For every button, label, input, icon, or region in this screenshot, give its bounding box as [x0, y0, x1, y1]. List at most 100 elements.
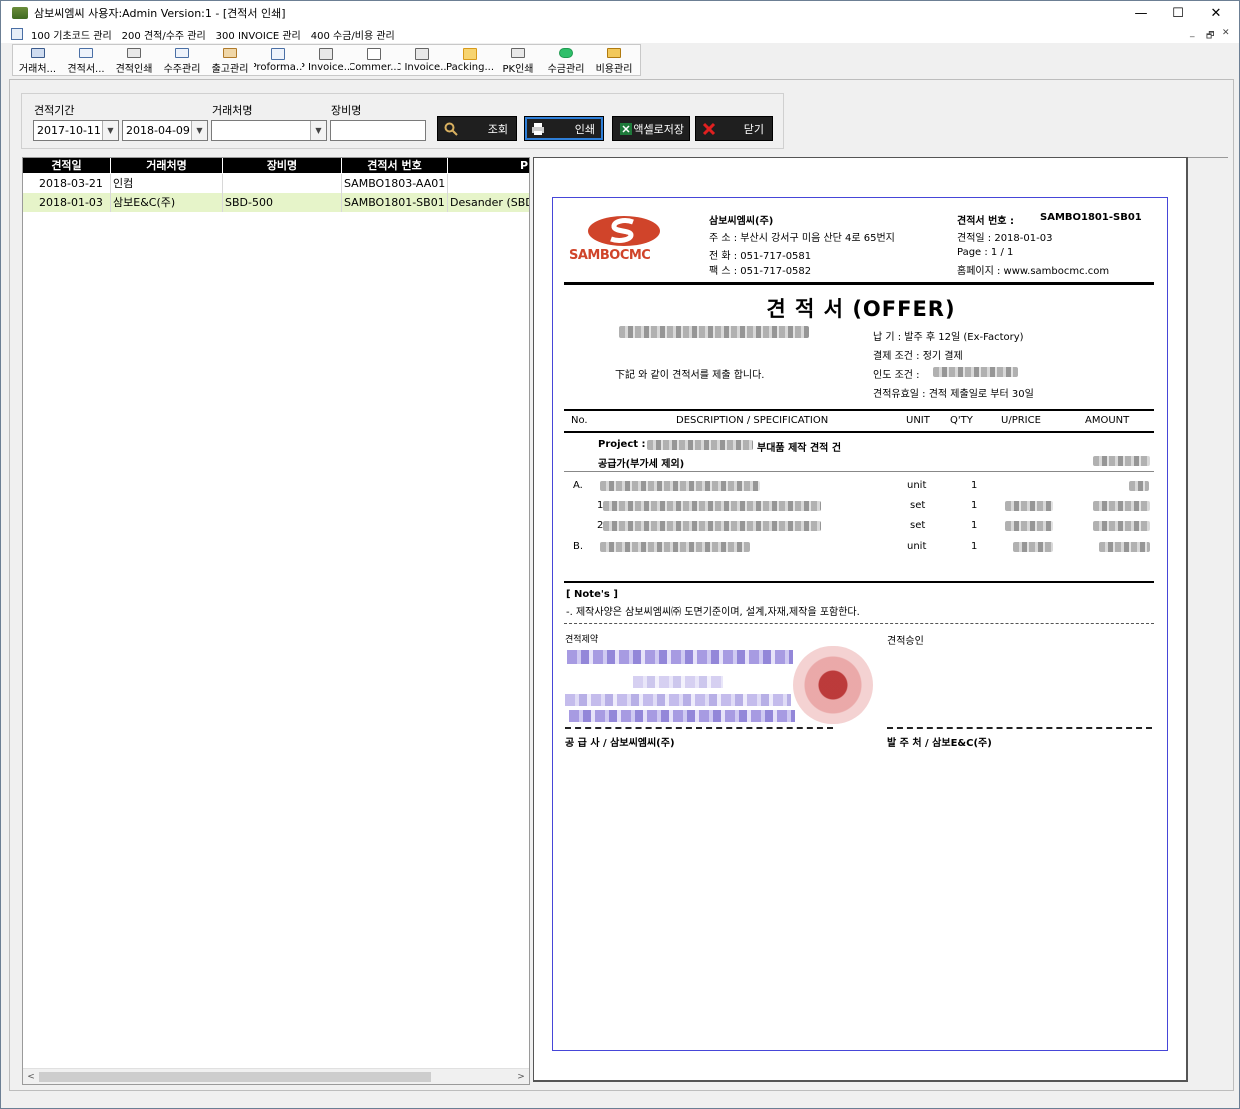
- chevron-down-icon[interactable]: ▼: [191, 121, 207, 140]
- horizontal-scrollbar[interactable]: < >: [23, 1068, 529, 1084]
- client-label: 거래처명: [212, 104, 253, 117]
- toolbar-quote-print-button[interactable]: 견적인쇄: [110, 45, 158, 75]
- redacted-item-amount: [1093, 501, 1150, 511]
- payment-term: 결제 조건 : 정기 결제: [873, 351, 963, 362]
- col-unit: UNIT: [906, 415, 930, 426]
- print-button-label: 인쇄: [574, 122, 595, 136]
- client-select[interactable]: ▼: [211, 120, 327, 141]
- printer-icon: [319, 48, 333, 60]
- toolbar: 거래처... 견적서... 견적인쇄 수주관리 출고관리 Proforma...…: [12, 44, 641, 76]
- chevron-down-icon[interactable]: ▼: [102, 121, 118, 140]
- column-header-equipment[interactable]: 장비명: [223, 158, 342, 173]
- window-title: 삼보씨엠씨 사용자:Admin Version:1 - [견적서 인쇄]: [34, 7, 286, 20]
- mdi-child-window: 견적기간 2017-10-11 ▼ 2018-04-09 ▼ 거래처명 ▼ 장비…: [9, 79, 1234, 1091]
- toolbar-packing-button[interactable]: Packing...: [446, 45, 494, 75]
- scroll-right-arrow[interactable]: >: [513, 1069, 529, 1084]
- toolbar-label: PK인쇄: [502, 64, 534, 75]
- menu-invoice[interactable]: 300 INVOICE 관리: [216, 27, 301, 42]
- supply-label: 공급가(부가세 제외): [598, 459, 685, 470]
- item-unit: set: [910, 500, 926, 511]
- printer-icon: [127, 48, 141, 58]
- redacted-item-desc: [600, 542, 750, 552]
- cell-quote-no: SAMBO1803-AA01: [342, 174, 448, 193]
- item-no: A.: [573, 480, 583, 491]
- column-header-project[interactable]: P: [448, 158, 529, 173]
- toolbar-collection-button[interactable]: 수금관리: [542, 45, 590, 75]
- redacted-item-uprice: [1005, 521, 1053, 531]
- close-icon: [702, 122, 716, 135]
- toolbar-p-invoice-button[interactable]: P Invoice...: [302, 45, 350, 75]
- scroll-left-arrow[interactable]: <: [23, 1069, 39, 1084]
- search-button[interactable]: 조회: [437, 116, 517, 141]
- close-button-label: 닫기: [743, 122, 764, 136]
- item-no: B.: [573, 541, 584, 552]
- supply-rule: [564, 471, 1154, 472]
- notes-text: -. 제작사양은 삼보씨엠씨㈜ 도면기준이며, 설계,자재,제작을 포함한다.: [566, 607, 860, 618]
- redacted-item-desc: [603, 501, 821, 511]
- date-from-picker[interactable]: 2017-10-11 ▼: [33, 120, 119, 141]
- menu-quote-order[interactable]: 200 견적/수주 관리: [122, 27, 206, 42]
- toolbar-cost-button[interactable]: 비용관리: [590, 45, 638, 75]
- page-number: Page : 1 / 1: [957, 247, 1014, 258]
- toolbar-order-button[interactable]: 수주관리: [158, 45, 206, 75]
- mdi-minimize-button[interactable]: _: [1190, 28, 1195, 38]
- building-icon: [30, 48, 45, 58]
- minimize-button[interactable]: —: [1122, 1, 1160, 25]
- quote-no-value: SAMBO1801-SB01: [1040, 212, 1142, 223]
- cell-project: [448, 174, 529, 193]
- item-unit: set: [910, 520, 926, 531]
- maximize-button[interactable]: ☐: [1159, 1, 1197, 25]
- supplier-sign-line: [565, 727, 833, 729]
- filter-panel: 견적기간 2017-10-11 ▼ 2018-04-09 ▼ 거래처명 ▼ 장비…: [21, 93, 784, 149]
- redacted-item-desc: [600, 481, 760, 491]
- notes-rule: [564, 623, 1154, 624]
- toolbar-label: Commer...: [350, 62, 398, 73]
- handover-label: 인도 조건 :: [873, 370, 920, 381]
- toolbar-quote-button[interactable]: 견적서...: [62, 45, 110, 75]
- toolbar-client-button[interactable]: 거래처...: [13, 45, 62, 75]
- date-from-value: 2017-10-11: [37, 124, 101, 137]
- redacted-item-amount: [1093, 521, 1150, 531]
- excel-save-button[interactable]: 액셀로저장: [612, 116, 690, 141]
- homepage: 홈페이지 : www.sambocmc.com: [957, 266, 1110, 277]
- toolbar-label: 견적인쇄: [115, 64, 153, 75]
- mdi-restore-button[interactable]: 🗗: [1206, 28, 1214, 44]
- column-header-client[interactable]: 거래처명: [111, 158, 223, 173]
- menu-base-code[interactable]: 100 기초코드 관리: [31, 27, 112, 42]
- redacted-handover: [933, 367, 1018, 377]
- equipment-input[interactable]: [330, 120, 426, 141]
- logo-text: SAMBOCMC: [569, 248, 651, 263]
- printer-icon: [532, 122, 544, 135]
- box-icon: [223, 48, 237, 58]
- col-amount: AMOUNT: [1085, 415, 1130, 426]
- project-label: Project :: [598, 439, 646, 450]
- print-button[interactable]: 인쇄: [524, 116, 604, 141]
- redacted-item-uprice: [1005, 501, 1053, 511]
- scroll-thumb[interactable]: [39, 1072, 431, 1082]
- toolbar-commercial-button[interactable]: Commer...: [350, 45, 398, 75]
- toolbar-label: 출고관리: [211, 64, 249, 75]
- table-row-selected[interactable]: 2018-01-03 삼보E&C(주) SBD-500 SAMBO1801-SB…: [23, 193, 529, 212]
- toolbar-c-invoice-button[interactable]: C Invoice...: [398, 45, 446, 75]
- package-icon: [463, 48, 477, 60]
- report-preview[interactable]: SAMBOCMC 삼보씨엠씨(주) 주 소 : 부산시 강서구 미음 산단 4로…: [533, 157, 1188, 1082]
- toolbar-shipping-button[interactable]: 출고관리: [206, 45, 254, 75]
- table-row[interactable]: 2018-03-21 인컴 SAMBO1803-AA01: [23, 174, 529, 193]
- cell-project: Desander (SBD-: [448, 193, 529, 212]
- close-button[interactable]: 닫기: [695, 116, 773, 141]
- chevron-down-icon[interactable]: ▼: [310, 121, 326, 140]
- item-qty: 1: [971, 480, 978, 491]
- close-window-button[interactable]: ✕: [1197, 1, 1235, 25]
- item-unit: unit: [907, 480, 927, 491]
- printer-icon: [415, 48, 429, 60]
- toolbar-label: 비용관리: [595, 64, 633, 75]
- redacted-item-uprice: [1013, 542, 1053, 552]
- mdi-close-button[interactable]: ✕: [1222, 28, 1230, 38]
- toolbar-pk-print-button[interactable]: PK인쇄: [494, 45, 542, 75]
- toolbar-proforma-button[interactable]: Proforma...: [254, 45, 302, 75]
- column-header-quote-no[interactable]: 견적서 번호: [342, 158, 448, 173]
- date-to-picker[interactable]: 2018-04-09 ▼: [122, 120, 208, 141]
- grid-header: 견적일 거래처명 장비명 견적서 번호 P: [23, 158, 529, 173]
- menu-collection-cost[interactable]: 400 수금/비용 관리: [311, 27, 395, 42]
- column-header-date[interactable]: 견적일: [23, 158, 111, 173]
